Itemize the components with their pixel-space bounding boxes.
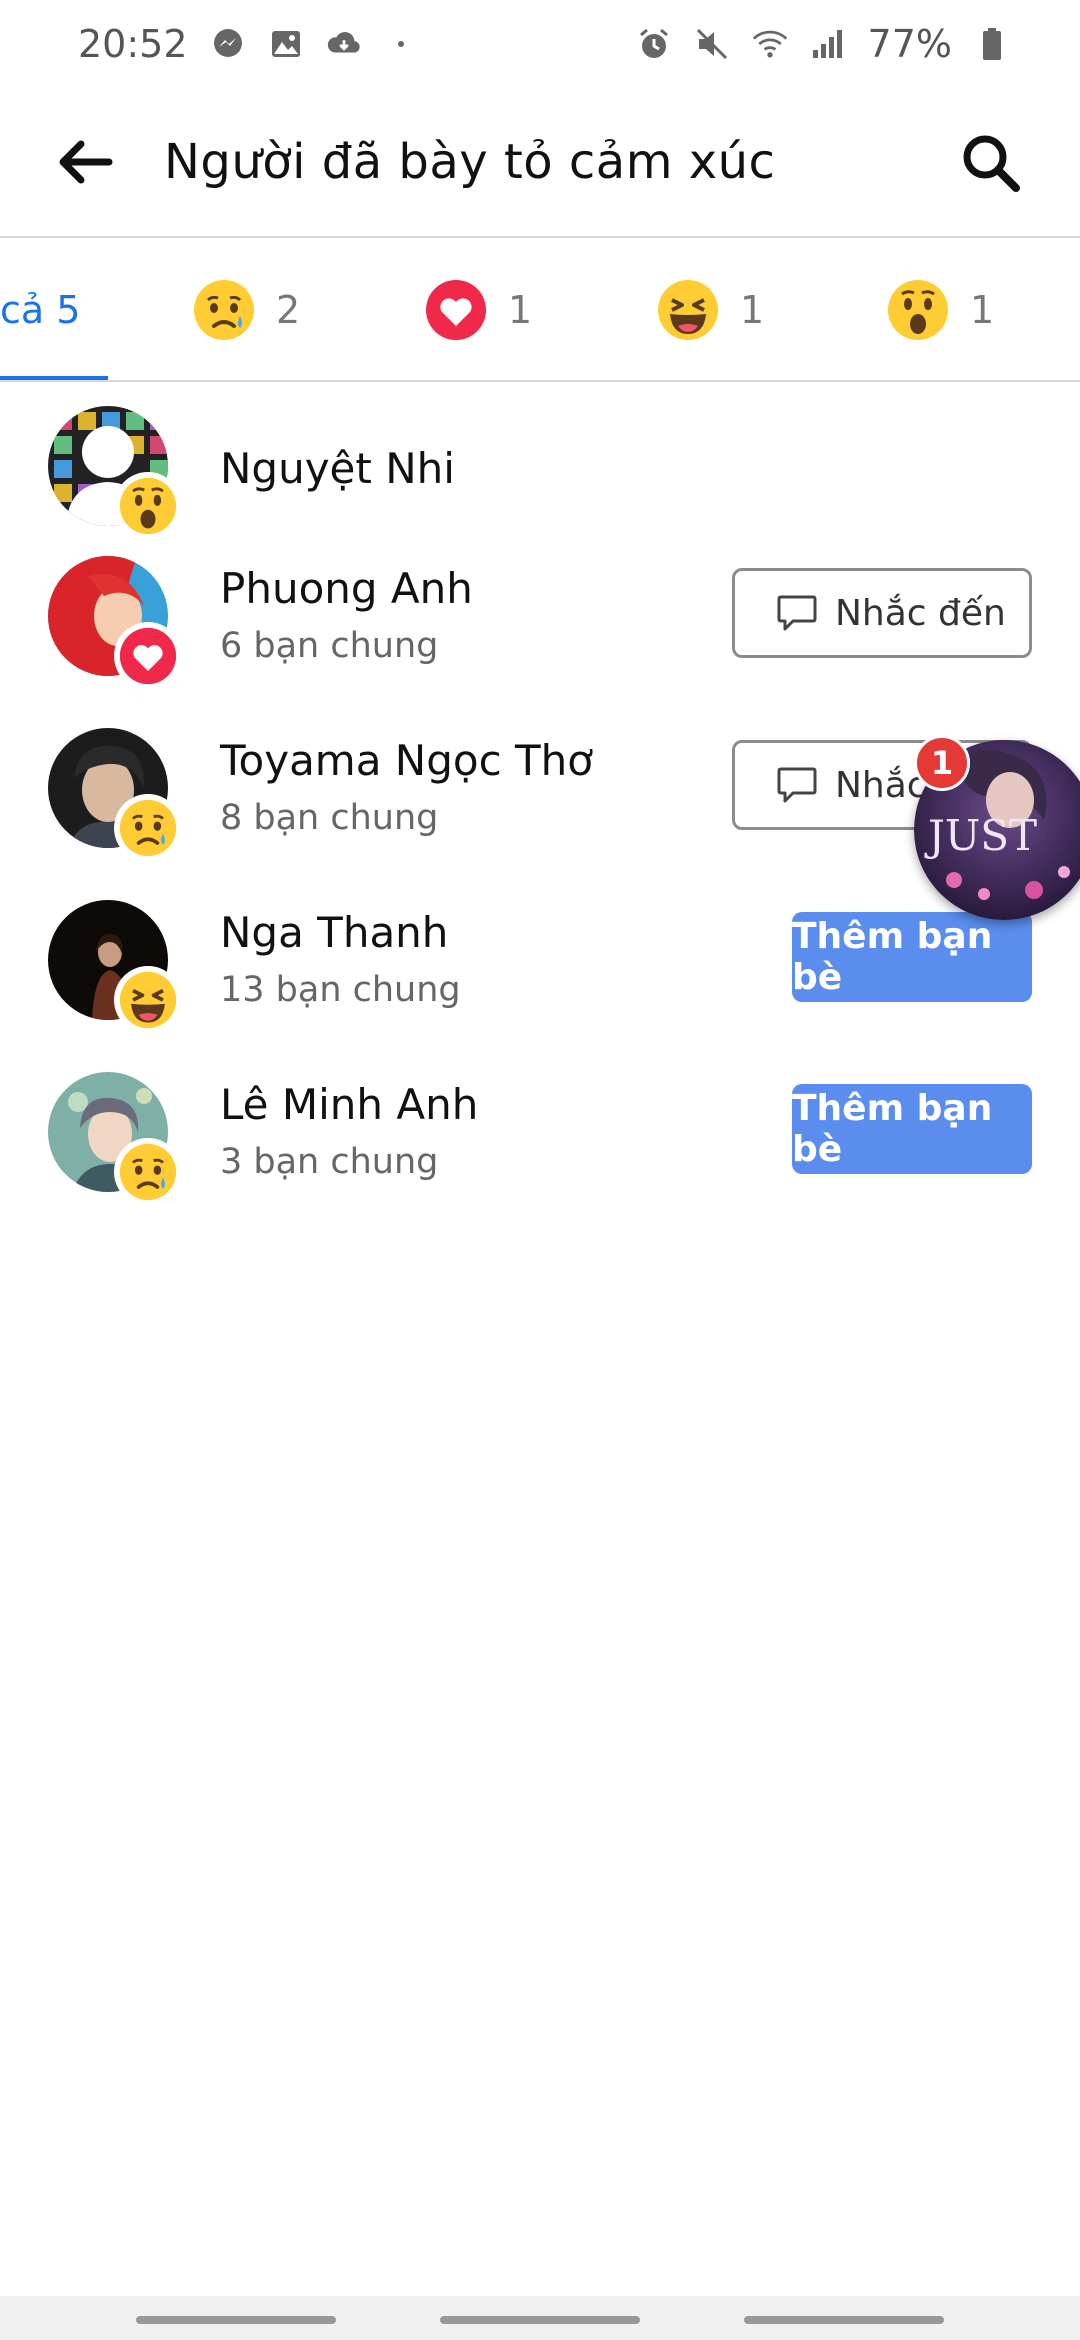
nav-back[interactable] bbox=[744, 2316, 944, 2324]
mention-button[interactable]: Nhắc đến bbox=[732, 568, 1032, 658]
wow-emoji-icon bbox=[888, 280, 948, 340]
chat-head-text: JUST bbox=[924, 811, 1037, 860]
tab-wow[interactable]: 1 bbox=[886, 240, 994, 380]
mention-button-label: Nhắc bbox=[835, 764, 927, 806]
love-emoji-icon bbox=[426, 280, 486, 340]
reaction-tabs: cả 5 2 1 1 1 bbox=[0, 240, 1080, 382]
search-icon bbox=[963, 135, 1020, 192]
mutual-friends: 8 bạn chung bbox=[220, 798, 439, 838]
comment-icon bbox=[777, 767, 817, 803]
notification-dot bbox=[397, 41, 404, 47]
mute-icon bbox=[694, 26, 730, 62]
tab-love[interactable]: 1 bbox=[424, 240, 532, 380]
mutual-friends: 6 bạn chung bbox=[220, 626, 439, 666]
tab-sad[interactable]: 2 bbox=[192, 240, 300, 380]
battery-percent: 77% bbox=[867, 22, 952, 66]
nav-home[interactable] bbox=[440, 2316, 640, 2324]
signal-icon bbox=[810, 26, 846, 62]
haha-emoji-icon bbox=[658, 280, 718, 340]
reaction-haha-icon bbox=[114, 966, 182, 1034]
tab-love-count: 1 bbox=[508, 288, 533, 332]
app-header: Người đã bày tỏ cảm xúc bbox=[0, 88, 1080, 238]
person-name[interactable]: Nga Thanh bbox=[220, 908, 448, 957]
active-tab-indicator bbox=[0, 376, 108, 380]
comment-icon bbox=[777, 595, 817, 631]
list-item[interactable]: Nguyệt Nhi bbox=[0, 384, 1080, 556]
back-button[interactable] bbox=[50, 127, 120, 197]
image-icon bbox=[268, 26, 304, 62]
nav-recents[interactable] bbox=[136, 2316, 336, 2324]
sad-emoji-icon bbox=[194, 280, 254, 340]
add-friend-button[interactable]: Thêm bạn bè bbox=[792, 1084, 1032, 1174]
tab-haha[interactable]: 1 bbox=[656, 240, 764, 380]
list-item[interactable]: Phuong Anh 6 bạn chung Nhắc đến bbox=[0, 556, 1080, 728]
system-nav-bar bbox=[0, 2296, 1080, 2340]
list-item[interactable]: Lê Minh Anh 3 bạn chung Thêm bạn bè bbox=[0, 1072, 1080, 1244]
messenger-icon bbox=[210, 26, 246, 62]
person-name[interactable]: Nguyệt Nhi bbox=[220, 444, 455, 493]
back-arrow-icon bbox=[59, 140, 113, 184]
list-item[interactable]: Nga Thanh 13 bạn chung Thêm bạn bè bbox=[0, 900, 1080, 1072]
reaction-love-icon bbox=[114, 622, 182, 690]
alarm-icon bbox=[636, 26, 672, 62]
person-name[interactable]: Phuong Anh bbox=[220, 564, 473, 613]
status-bar: 20:52 77% bbox=[0, 0, 1080, 88]
person-name[interactable]: Lê Minh Anh bbox=[220, 1080, 478, 1129]
tab-all[interactable]: cả 5 bbox=[0, 240, 80, 380]
mutual-friends: 3 bạn chung bbox=[220, 1142, 439, 1182]
add-friend-button[interactable]: Thêm bạn bè bbox=[792, 912, 1032, 1002]
tab-all-label: cả 5 bbox=[0, 288, 81, 332]
wifi-icon bbox=[752, 26, 788, 62]
battery-icon bbox=[974, 26, 1010, 62]
reaction-sad-icon bbox=[114, 1138, 182, 1206]
mention-button-label: Nhắc đến bbox=[835, 592, 1006, 634]
tab-haha-count: 1 bbox=[740, 288, 765, 332]
cloud-icon bbox=[326, 26, 362, 62]
tab-wow-count: 1 bbox=[970, 288, 995, 332]
person-name[interactable]: Toyama Ngọc Thơ bbox=[220, 736, 593, 785]
status-time: 20:52 bbox=[78, 22, 188, 66]
reaction-sad-icon bbox=[114, 794, 182, 862]
tab-sad-count: 2 bbox=[276, 288, 301, 332]
page-title: Người đã bày tỏ cảm xúc bbox=[164, 134, 776, 190]
mutual-friends: 13 bạn chung bbox=[220, 970, 461, 1010]
search-button[interactable] bbox=[950, 122, 1030, 202]
unread-badge: 1 bbox=[914, 735, 970, 791]
reaction-wow-icon bbox=[114, 472, 182, 540]
